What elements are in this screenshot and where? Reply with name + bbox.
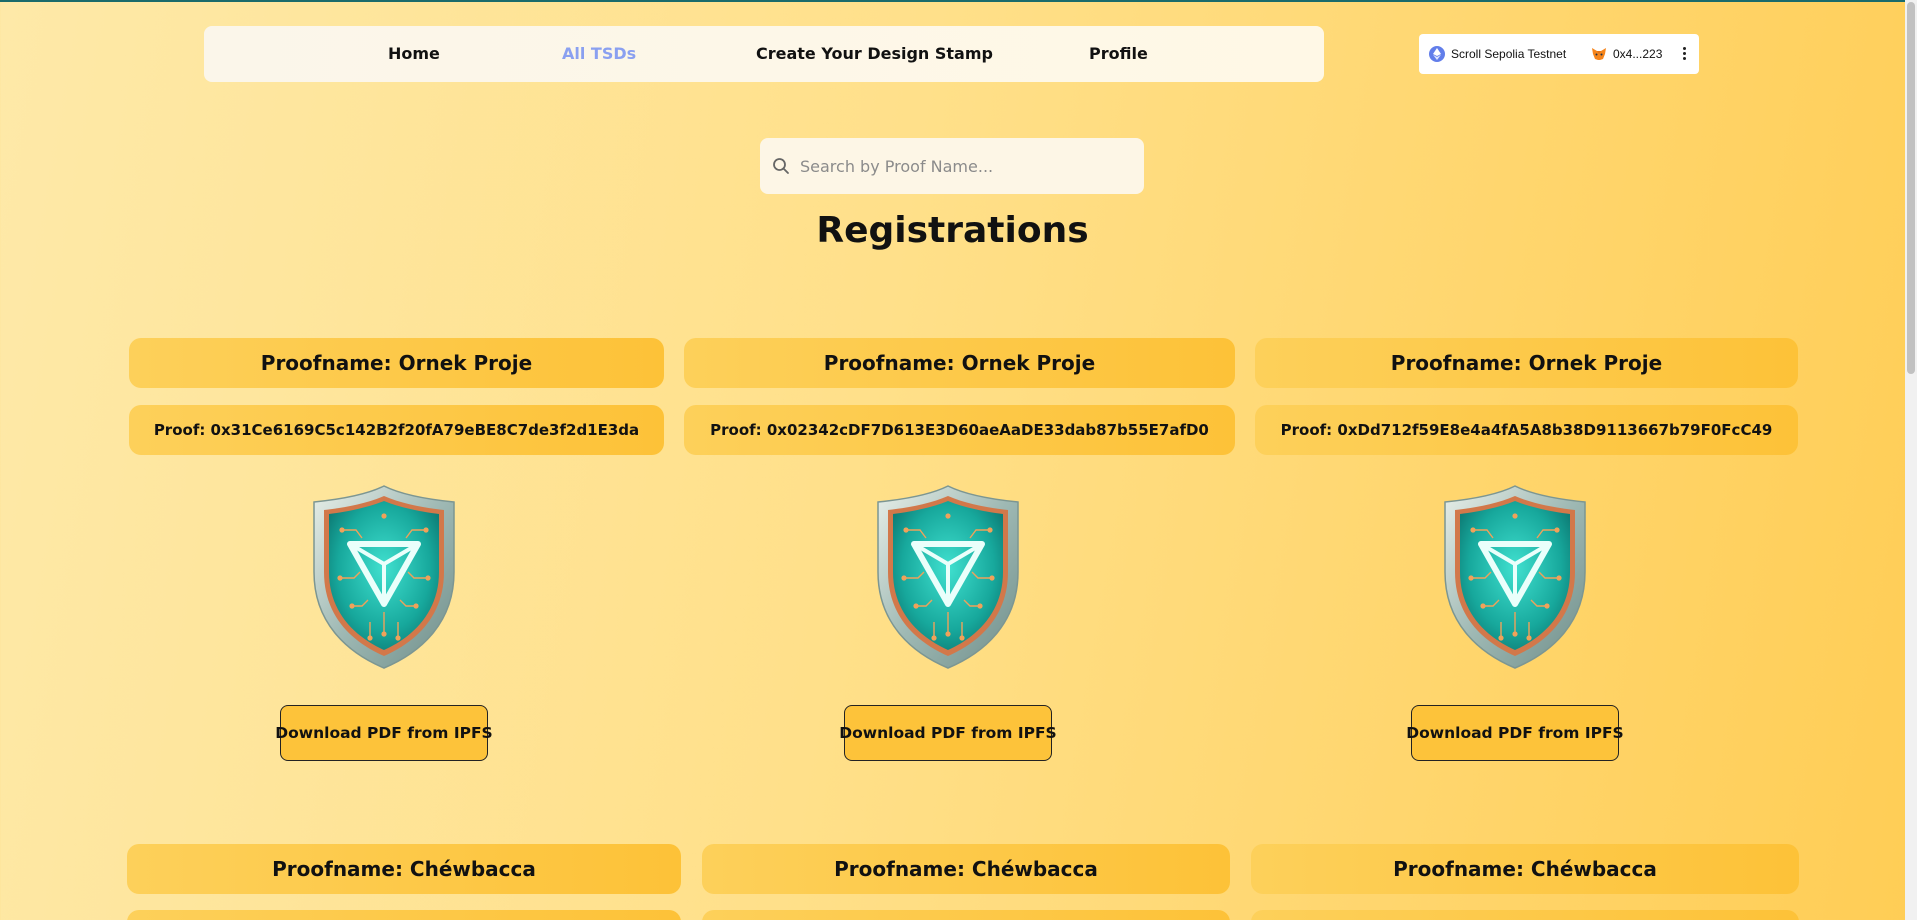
card-3-proofname: Proofname: Ornek Proje xyxy=(1255,338,1798,388)
network-name: Scroll Sepolia Testnet xyxy=(1451,47,1567,61)
card-1-shield-image xyxy=(304,482,464,672)
card-4-proof-hash xyxy=(127,910,681,920)
scrollbar-thumb[interactable] xyxy=(1907,2,1915,374)
ethereum-icon xyxy=(1429,46,1445,62)
main-nav: Home All TSDs Create Your Design Stamp P… xyxy=(204,26,1324,82)
account-button[interactable]: 0x4...223 xyxy=(1591,34,1662,74)
search-box xyxy=(760,138,1144,194)
card-4-proofname: Proofname: Chéwbacca xyxy=(127,844,681,894)
nav-all-tsds-link[interactable]: All TSDs xyxy=(562,26,636,82)
card-2-download-button[interactable]: Download PDF from IPFS xyxy=(839,705,1057,761)
search-input[interactable] xyxy=(800,138,1130,194)
page-scrollbar[interactable] xyxy=(1905,0,1917,920)
top-border xyxy=(0,0,1917,2)
nav-create-design-stamp-link[interactable]: Create Your Design Stamp xyxy=(756,26,993,82)
card-6-proofname: Proofname: Chéwbacca xyxy=(1251,844,1799,894)
card-3-proof-hash: Proof: 0xDd712f59E8e4a4fA5A8b38D9113667b… xyxy=(1255,405,1798,455)
card-1-proof-hash: Proof: 0x31Ce6169C5c142B2f20fA79eBE8C7de… xyxy=(129,405,664,455)
card-3-download-button[interactable]: Download PDF from IPFS xyxy=(1406,705,1624,761)
card-6-proof-hash xyxy=(1251,910,1799,920)
card-2-proofname: Proofname: Ornek Proje xyxy=(684,338,1235,388)
card-5-proofname: Proofname: Chéwbacca xyxy=(702,844,1230,894)
nav-home-link[interactable]: Home xyxy=(388,26,440,82)
card-3-shield-image xyxy=(1435,482,1595,672)
page-title: Registrations xyxy=(816,210,1089,251)
network-selector-button[interactable]: Scroll Sepolia Testnet xyxy=(1429,34,1566,74)
card-2-proof-hash: Proof: 0x02342cDF7D613E3D60aeAaDE33dab87… xyxy=(684,405,1235,455)
card-1-proofname: Proofname: Ornek Proje xyxy=(129,338,664,388)
wallet-widget: Scroll Sepolia Testnet 0x4...223 xyxy=(1419,34,1699,74)
nav-profile-link[interactable]: Profile xyxy=(1089,26,1148,82)
account-address: 0x4...223 xyxy=(1613,47,1663,61)
card-1-download-button[interactable]: Download PDF from IPFS xyxy=(275,705,493,761)
metamask-fox-icon xyxy=(1592,48,1606,60)
search-icon xyxy=(773,158,789,174)
card-2-shield-image xyxy=(868,482,1028,672)
more-options-icon[interactable] xyxy=(1683,47,1687,61)
card-5-proof-hash xyxy=(702,910,1230,920)
